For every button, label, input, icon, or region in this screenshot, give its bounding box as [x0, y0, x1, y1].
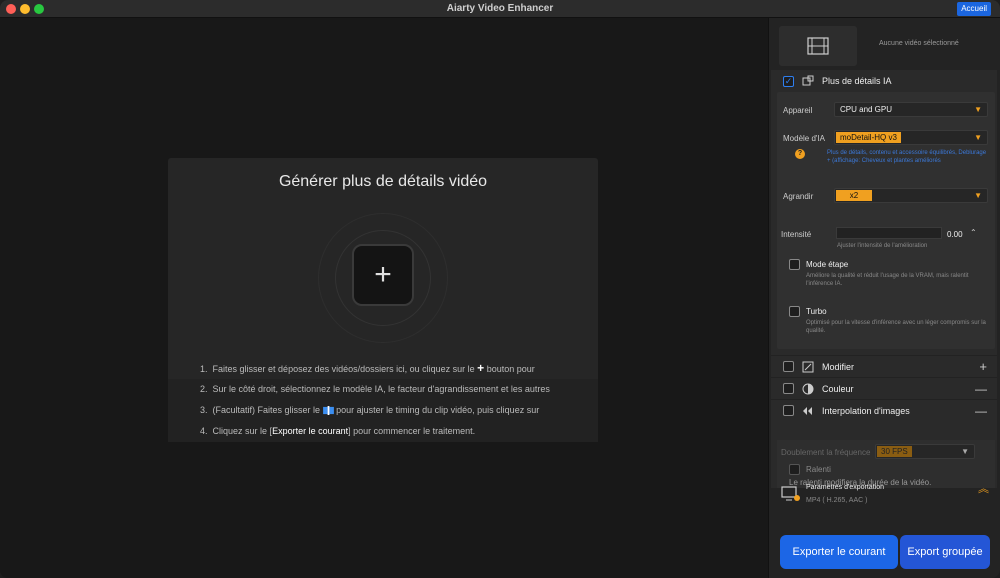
drop-area[interactable]: Générer plus de détails vidéo + 1. Faite… — [0, 18, 768, 578]
details-section-header[interactable]: ✓ Plus de détails IA — [771, 73, 997, 89]
interpolation-icon — [803, 406, 812, 415]
instruction-step: 1. Faites glisser et déposez des vidéos/… — [168, 358, 598, 379]
modele-label: Modèle d'IA — [783, 134, 825, 143]
ralenti-label: Ralenti — [806, 465, 831, 474]
home-button[interactable]: Accueil — [957, 2, 991, 16]
settings-scroll[interactable]: ✓ Plus de détails IA Appareil CPU and GP… — [771, 70, 997, 488]
instruction-step: 3. (Facultatif) Faites glisser le pour a… — [168, 400, 598, 421]
help-icon[interactable]: ? — [795, 149, 805, 159]
turbo-checkbox[interactable] — [789, 306, 800, 317]
drop-title: Générer plus de détails vidéo — [278, 173, 488, 190]
film-icon — [807, 37, 829, 55]
trim-clip-icon — [322, 406, 334, 416]
export-batch-button[interactable]: Export groupée — [900, 535, 990, 569]
ralenti-checkbox[interactable] — [789, 464, 800, 475]
couleur-label: Couleur — [822, 383, 854, 394]
export-params[interactable]: Paramètres d'exportation MP4 ( H.265, AA… — [771, 475, 997, 515]
chevrons-up-icon[interactable]: ︽ — [978, 484, 989, 495]
color-icon — [802, 383, 814, 394]
agrandir-select[interactable]: x2 ▼ — [834, 188, 988, 203]
enhance-icon — [802, 75, 814, 86]
intensite-value[interactable]: 0.00 — [947, 230, 963, 239]
drop-card[interactable]: Générer plus de détails vidéo + — [168, 158, 598, 378]
export-params-title: Paramètres d'exportation — [806, 484, 884, 491]
instructions-list: 1. Faites glisser et déposez des vidéos/… — [168, 358, 598, 442]
appareil-select[interactable]: CPU and GPU ▼ — [834, 102, 988, 117]
turbo-label: Turbo — [806, 307, 827, 316]
window-title: Aiarty Video Enhancer — [446, 3, 554, 14]
no-video-label: Aucune vidéo sélectionné — [879, 40, 959, 47]
mode-etape-checkbox[interactable] — [789, 259, 800, 270]
collapse-minus-icon[interactable]: — — [975, 404, 987, 418]
agrandir-label: Agrandir — [783, 192, 814, 201]
interpolation-label: Interpolation d'images — [822, 405, 910, 416]
modifier-section-header[interactable]: Modifier + — [771, 355, 997, 377]
plus-icon: + — [374, 258, 392, 291]
turbo-hint: Optimisé pour la vitesse d'inférence ave… — [806, 320, 986, 334]
mode-etape-label: Mode étape — [806, 260, 849, 269]
export-settings-icon — [781, 486, 800, 501]
expand-plus-icon[interactable]: + — [979, 359, 987, 374]
chevron-down-icon: ▼ — [974, 105, 982, 114]
modele-select[interactable]: moDetail-HQ v3 ▼ — [834, 130, 988, 145]
export-current-button[interactable]: Exporter le courant — [780, 535, 898, 569]
rate-label: Doublement la fréquence — [781, 448, 871, 457]
chevron-down-icon: ▼ — [961, 447, 969, 456]
couleur-checkbox[interactable] — [783, 383, 794, 394]
chevron-down-icon: ▼ — [974, 191, 982, 200]
plus-icon: + — [477, 361, 485, 375]
intensite-hint: Ajuster l'intensité de l'amélioration — [837, 243, 928, 249]
instruction-step: 4. Cliquez sur le [Exporter le courant] … — [168, 421, 598, 442]
couleur-section-header[interactable]: Couleur — — [771, 377, 997, 399]
stepper-icon[interactable]: ⌃ — [970, 228, 977, 237]
details-settings: Appareil CPU and GPU ▼ Modèle d'IA moDet… — [777, 92, 995, 349]
modifier-checkbox[interactable] — [783, 361, 794, 372]
modifier-label: Modifier — [822, 361, 855, 372]
mode-etape-hint: Améliore la qualité et réduit l'usage de… — [806, 273, 969, 287]
modele-hint: Plus de détails, contenu et accessoire é… — [827, 150, 987, 164]
title-bar: Aiarty Video Enhancer Accueil — [0, 0, 1000, 18]
interpolation-section-header[interactable]: Interpolation d'images — — [771, 399, 997, 421]
details-label: Plus de détails IA — [822, 76, 892, 86]
app-window: Aiarty Video Enhancer Accueil Générer pl… — [0, 0, 1000, 578]
collapse-minus-icon[interactable]: — — [975, 382, 987, 396]
export-params-subtitle: MP4 ( H.265, AAC ) — [806, 497, 868, 504]
chevron-down-icon: ▼ — [974, 133, 982, 142]
settings-panel: Aucune vidéo sélectionné ✓ Plus de détai… — [768, 18, 1000, 578]
appareil-label: Appareil — [783, 106, 813, 115]
instruction-step: 2. Sur le côté droit, sélectionnez le mo… — [168, 379, 598, 400]
edit-icon — [802, 361, 814, 372]
interpolation-checkbox[interactable] — [783, 405, 794, 416]
intensite-slider[interactable] — [836, 227, 942, 239]
video-thumbnail[interactable] — [779, 26, 857, 66]
rate-select[interactable]: 30 FPS ▼ — [875, 444, 975, 459]
add-video-button[interactable]: + — [352, 244, 414, 306]
details-checkbox[interactable]: ✓ — [783, 75, 794, 87]
intensite-label: Intensité — [781, 230, 812, 239]
